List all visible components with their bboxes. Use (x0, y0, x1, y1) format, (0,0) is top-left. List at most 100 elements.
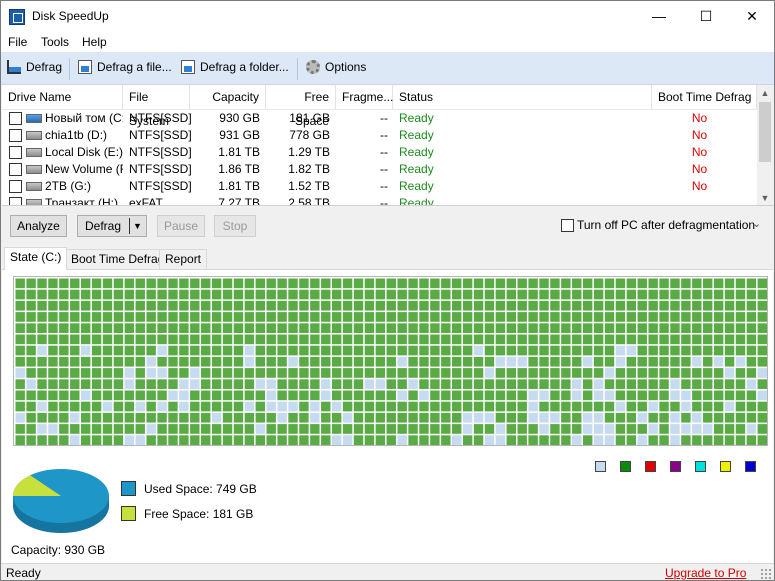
menu-help[interactable]: Help (82, 35, 107, 49)
used-cluster (408, 368, 418, 378)
used-cluster (441, 289, 451, 300)
column-header-capacity[interactable]: Capacity (190, 85, 266, 109)
used-cluster (211, 323, 222, 333)
analyze-button[interactable]: Analyze (10, 215, 67, 237)
used-cluster (713, 368, 724, 378)
checkbox-box[interactable] (561, 218, 574, 232)
used-cluster (517, 424, 527, 434)
free-cluster (452, 435, 462, 445)
defrag-file-button[interactable]: Defrag a file... (78, 60, 172, 74)
table-row[interactable]: New Volume (F:) NTFS[SSD] 1.86 TB 1.82 TB --… (2, 161, 757, 178)
used-cluster (648, 300, 658, 311)
defrag-split-button[interactable]: Defrag ▼ (77, 215, 147, 237)
status-cell: Ready (399, 162, 434, 176)
used-cluster (201, 300, 211, 311)
legend-color-swatch (745, 461, 756, 472)
used-cluster (102, 323, 113, 333)
tab-boot-time-defrag[interactable]: Boot Time Defrag (65, 249, 171, 269)
menu-file[interactable]: File (8, 35, 27, 49)
table-row[interactable]: chia1tb (D:) NTFS[SSD] 931 GB 778 GB -- Ready… (2, 127, 757, 144)
cluster-grid (15, 278, 767, 445)
used-cluster (255, 300, 265, 311)
used-cluster (495, 401, 506, 412)
tab-state[interactable]: State (C:) (4, 247, 68, 270)
chevron-down-icon[interactable]: ⌄ (752, 217, 761, 230)
options-button[interactable]: Options (306, 60, 366, 74)
used-cluster (146, 334, 156, 345)
upgrade-link[interactable]: Upgrade to Pro (665, 566, 746, 580)
used-cluster (441, 345, 451, 356)
used-cluster (222, 312, 233, 322)
used-cluster (419, 300, 429, 311)
column-header-free-space[interactable]: Free Space (266, 85, 336, 128)
cluster-map (13, 276, 768, 446)
pause-button[interactable]: Pause (157, 215, 205, 237)
scroll-thumb[interactable] (759, 102, 771, 162)
defrag-toolbar-button[interactable]: Defrag (7, 60, 62, 74)
used-cluster (462, 368, 473, 378)
used-cluster (375, 278, 386, 289)
used-cluster (146, 312, 156, 322)
column-header-boot-time-defrag[interactable]: Boot Time Defrag (652, 85, 757, 109)
table-row[interactable]: Local Disk (E:) NTFS[SSD] 1.81 TB 1.29 TB --… (2, 144, 757, 161)
drive-list: Drive Name File System Capacity Free Spa… (2, 85, 773, 206)
used-cluster (244, 435, 255, 445)
column-header-file-system[interactable]: File System (123, 85, 190, 128)
scroll-down-arrow-icon[interactable]: ▼ (757, 190, 773, 205)
free-cluster (681, 424, 691, 434)
resize-grip[interactable] (760, 568, 771, 579)
used-cluster (70, 401, 80, 412)
row-checkbox[interactable] (9, 180, 22, 193)
drive-list-scrollbar[interactable]: ▲ ▼ (757, 85, 773, 205)
used-cluster (233, 368, 244, 378)
table-row[interactable]: Транзакт (H:) exFAT 7.27 TB 2.58 TB -- Ready (2, 195, 757, 205)
used-cluster (233, 379, 244, 389)
used-cluster (757, 312, 767, 322)
close-button[interactable]: ✕ (729, 1, 775, 32)
used-cluster (724, 356, 735, 367)
used-cluster (506, 368, 516, 378)
used-cluster (397, 368, 407, 378)
used-cluster (342, 300, 353, 311)
used-cluster (310, 356, 320, 367)
table-row[interactable]: Новый том (C:) NTFS[SSD] 930 GB 181 GB -- Rea… (2, 110, 757, 127)
row-checkbox[interactable] (9, 146, 22, 159)
turn-off-checkbox[interactable]: Turn off PC after defragmentation (561, 218, 755, 232)
menu-tools[interactable]: Tools (41, 35, 69, 49)
dropdown-arrow-icon[interactable]: ▼ (133, 216, 142, 236)
free-cluster (179, 390, 189, 401)
used-cluster (659, 289, 669, 300)
row-checkbox[interactable] (9, 112, 22, 125)
row-checkbox[interactable] (9, 163, 22, 176)
tab-report[interactable]: Report (159, 249, 208, 269)
used-cluster (288, 412, 298, 423)
column-header-drive-name[interactable]: Drive Name (2, 85, 123, 109)
used-cluster (70, 424, 80, 434)
used-cluster (299, 412, 309, 423)
column-header-fragmentation[interactable]: Fragme... (336, 85, 393, 109)
defrag-folder-button[interactable]: Defrag a folder... (181, 60, 289, 74)
used-cluster (157, 323, 167, 333)
used-cluster (506, 334, 516, 345)
free-cluster (593, 435, 604, 445)
row-checkbox[interactable] (9, 197, 22, 205)
table-row[interactable]: 2TB (G:) NTFS[SSD] 1.81 TB 1.52 TB -- Ready No (2, 178, 757, 195)
used-cluster (135, 323, 145, 333)
maximize-button[interactable]: ☐ (683, 1, 729, 32)
used-cluster (102, 356, 113, 367)
column-header-status[interactable]: Status (393, 85, 652, 109)
used-cluster (244, 334, 255, 345)
used-cluster (561, 368, 571, 378)
free-cluster (637, 435, 647, 445)
scroll-up-arrow-icon[interactable]: ▲ (757, 85, 773, 101)
used-cluster (637, 345, 647, 356)
row-checkbox[interactable] (9, 129, 22, 142)
used-cluster (692, 390, 702, 401)
used-cluster (473, 278, 484, 289)
used-cluster (441, 390, 451, 401)
stop-button[interactable]: Stop (214, 215, 256, 237)
used-cluster (353, 379, 364, 389)
used-cluster (550, 334, 560, 345)
used-cluster (419, 356, 429, 367)
minimize-button[interactable]: — (636, 1, 682, 32)
